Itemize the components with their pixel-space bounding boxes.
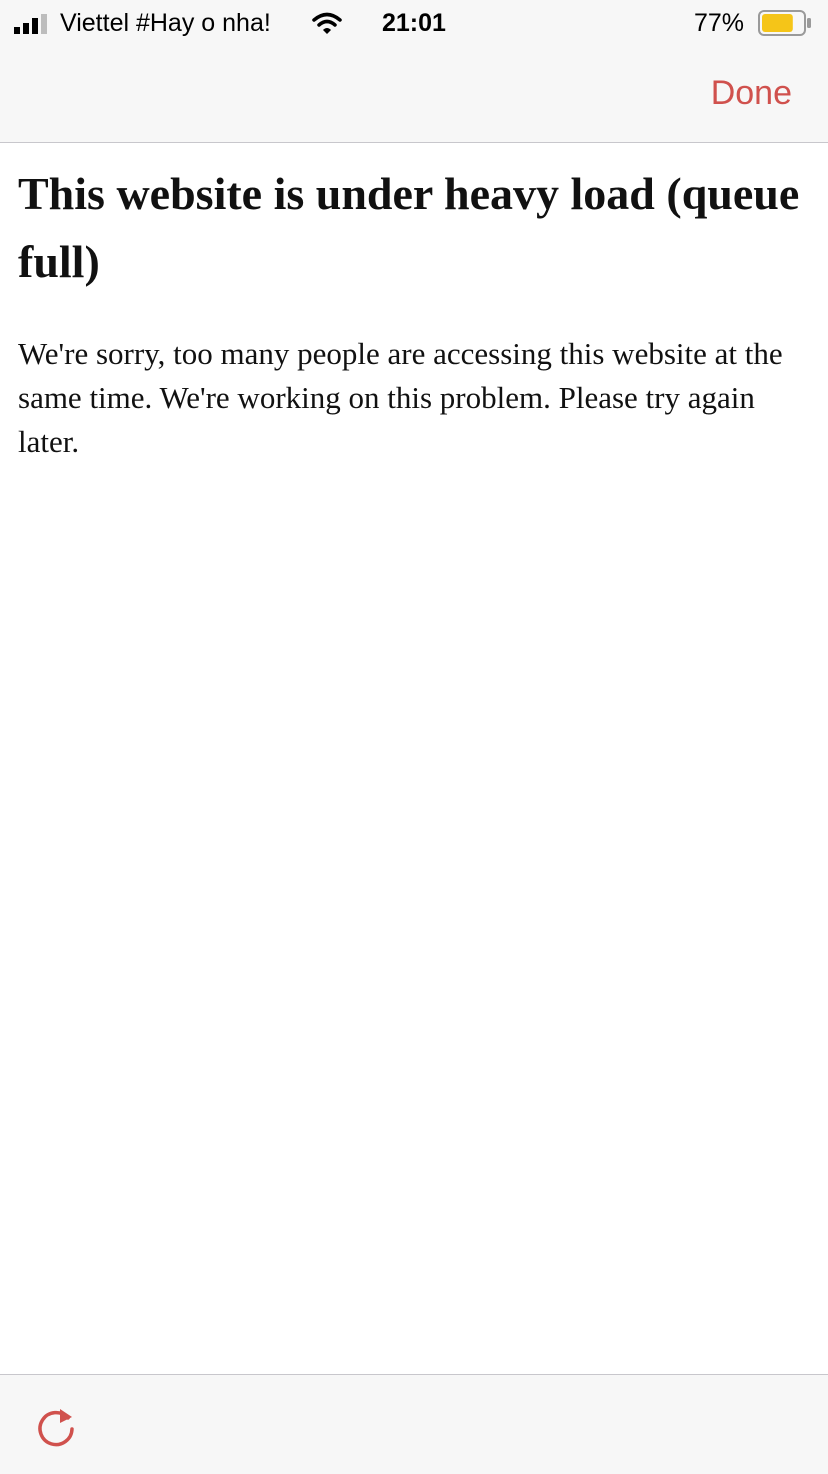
done-button[interactable]: Done xyxy=(711,72,792,114)
page-content: This website is under heavy load (queue … xyxy=(18,160,814,464)
status-bar: Viettel #Hay o nha! 21:01 77% xyxy=(0,0,828,46)
reload-icon[interactable] xyxy=(34,1405,78,1449)
wifi-icon xyxy=(312,12,342,34)
top-chrome: Viettel #Hay o nha! 21:01 77% Done xyxy=(0,0,828,143)
battery-percentage: 77% xyxy=(694,9,745,37)
battery-icon xyxy=(758,10,811,36)
error-message: We're sorry, too many people are accessi… xyxy=(18,336,783,459)
bottom-toolbar xyxy=(0,1374,828,1474)
browser-screen: Viettel #Hay o nha! 21:01 77% Done This … xyxy=(0,0,828,1474)
clock: 21:01 xyxy=(382,9,446,37)
carrier-name: Viettel #Hay o nha! xyxy=(60,9,271,37)
signal-bars-icon xyxy=(14,14,47,34)
page-heading: This website is under heavy load (queue … xyxy=(18,168,800,287)
